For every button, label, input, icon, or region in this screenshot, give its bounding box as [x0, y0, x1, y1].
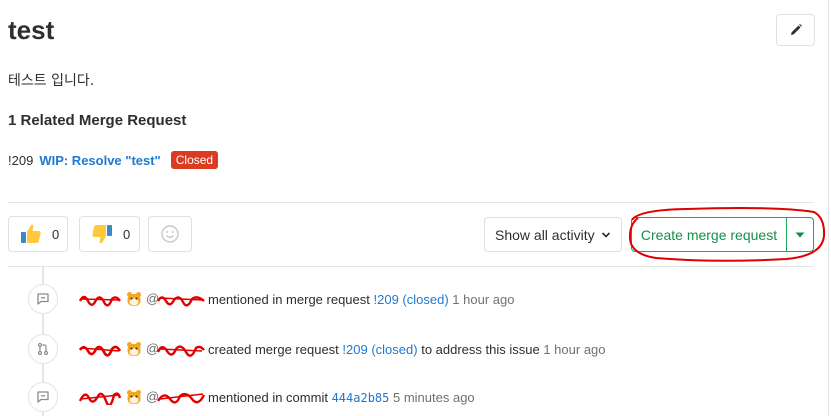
- thumbsdown-count: 0: [123, 226, 131, 242]
- note-action: mentioned in merge request !209 (closed)…: [208, 292, 514, 307]
- note-timestamp: 5 minutes ago: [393, 389, 475, 405]
- activity-filter-label: Show all activity: [495, 226, 595, 243]
- smiley-icon: [161, 225, 179, 243]
- page-border: [828, 0, 829, 416]
- redacted-name: [78, 392, 122, 405]
- thumbsup-count: 0: [52, 226, 60, 242]
- create-merge-request-dropdown-toggle[interactable]: [787, 217, 814, 252]
- redacted-name: [78, 345, 122, 357]
- svg-text:@: @: [146, 341, 159, 356]
- caret-down-icon: [795, 232, 805, 237]
- related-mr-item: !209 WIP: Resolve "test" Closed: [8, 150, 219, 170]
- divider: [8, 266, 814, 267]
- redacted-username: @: [146, 389, 206, 404]
- create-merge-request-button[interactable]: Create merge request: [631, 217, 787, 252]
- pencil-icon: [790, 24, 802, 35]
- redacted-username: @: [146, 291, 205, 307]
- edit-button[interactable]: [776, 14, 815, 46]
- mr-title-link[interactable]: WIP: Resolve "test": [39, 153, 160, 168]
- thumbsdown-icon: [92, 225, 112, 244]
- svg-text:@: @: [146, 291, 159, 306]
- chevron-down-icon: [601, 231, 610, 238]
- mr-reference: !209: [8, 152, 34, 168]
- comment-icon: [28, 382, 58, 412]
- hamster-icon: [127, 390, 141, 404]
- note-author[interactable]: @: [78, 341, 206, 357]
- issue-description: 테스트 입니다.: [8, 73, 95, 89]
- note-timestamp: 1 hour ago: [452, 291, 515, 307]
- thumbsdown-award-button[interactable]: 0: [79, 216, 140, 252]
- commit-sha-link[interactable]: 444a2b85: [332, 391, 390, 405]
- add-reaction-button[interactable]: [148, 216, 192, 252]
- timeline-note: @ mentioned in commit 444a2b85 5 minutes…: [28, 382, 475, 412]
- divider: [8, 202, 814, 203]
- note-author[interactable]: @: [78, 389, 206, 405]
- hamster-icon: [127, 292, 141, 306]
- related-mr-heading: 1 Related Merge Request: [8, 112, 187, 129]
- comment-icon: [28, 284, 58, 314]
- note-action-text: mentioned in commit: [208, 389, 328, 405]
- svg-text:@: @: [146, 389, 159, 404]
- issue-title: test: [8, 15, 55, 45]
- merge-request-icon: [28, 334, 58, 364]
- note-timestamp: 1 hour ago: [543, 341, 606, 357]
- create-merge-request-group: Create merge request: [631, 217, 814, 252]
- redacted-name: [78, 295, 121, 307]
- note-author[interactable]: @: [78, 291, 206, 307]
- thumbsup-icon: [21, 224, 41, 243]
- hamster-icon: [127, 342, 141, 356]
- note-action: created merge request !209 (closed) to a…: [208, 342, 606, 357]
- timeline-note: @ mentioned in merge request !209 (close…: [28, 284, 514, 314]
- thumbsup-award-button[interactable]: 0: [8, 216, 68, 252]
- redacted-username: @: [146, 341, 205, 357]
- timeline-note: @ created merge request !209 (closed) to…: [28, 334, 606, 364]
- note-action-suffix: to address this issue: [421, 341, 540, 357]
- activity-filter-dropdown[interactable]: Show all activity: [484, 217, 622, 252]
- note-action-text: mentioned in merge request: [208, 291, 370, 307]
- status-badge: Closed: [170, 151, 219, 169]
- note-action: mentioned in commit 444a2b85 5 minutes a…: [208, 390, 475, 405]
- note-action-text: created merge request: [208, 341, 339, 357]
- mr-reference-link[interactable]: !209 (closed): [374, 292, 449, 307]
- mr-reference-link[interactable]: !209 (closed): [342, 342, 417, 357]
